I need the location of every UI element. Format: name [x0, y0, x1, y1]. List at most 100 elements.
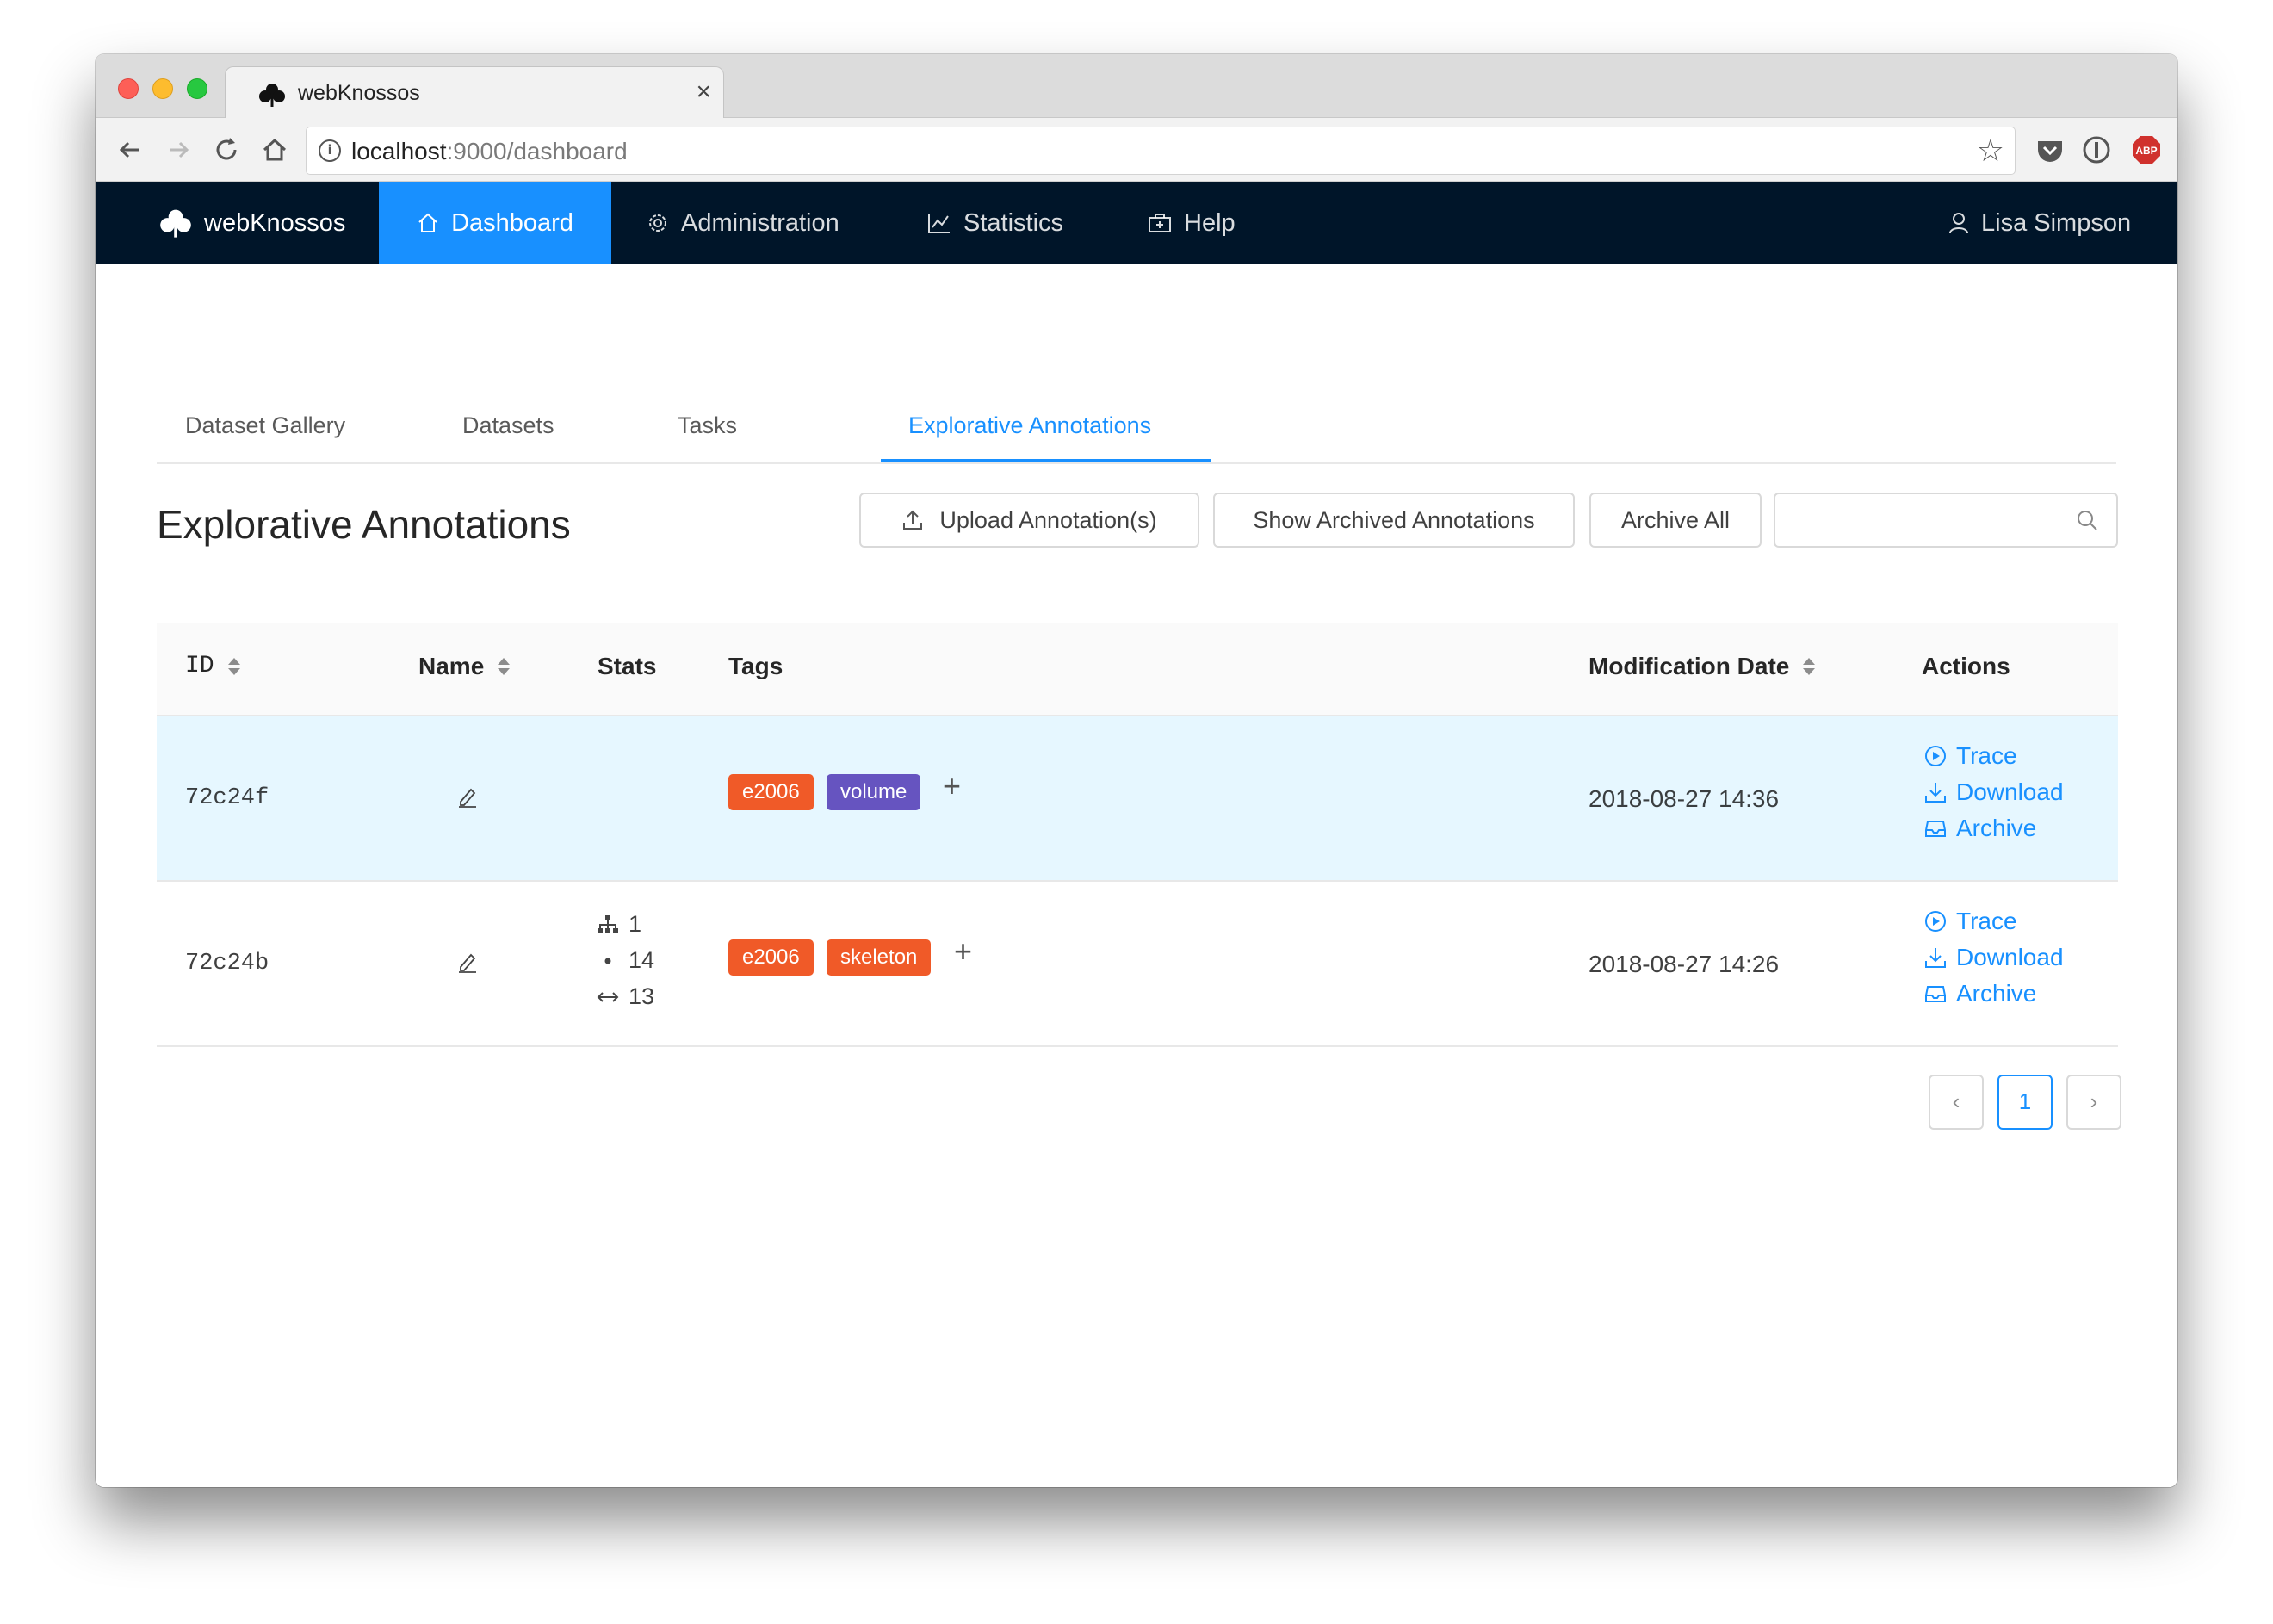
edit-icon[interactable]: [456, 785, 479, 808]
tab-close-icon[interactable]: ×: [696, 77, 711, 107]
download-icon: [1925, 948, 1946, 968]
download-icon: [1925, 783, 1946, 803]
archive-all-label: Archive All: [1620, 506, 1731, 533]
action-label: Trace: [1956, 908, 2017, 934]
reload-icon[interactable]: [209, 133, 244, 167]
column-label: Stats: [598, 653, 657, 679]
main-content: Dataset Gallery Datasets Tasks Explorati…: [96, 264, 2177, 1487]
minimize-window-button[interactable]: [152, 78, 173, 99]
tag-badge[interactable]: skeleton: [827, 939, 932, 976]
browser-tab-strip: webKnossos ×: [96, 54, 2177, 119]
info-icon[interactable]: i: [319, 139, 341, 162]
archive-all-button[interactable]: Archive All: [1589, 493, 1762, 548]
nav-item-statistics[interactable]: Statistics: [927, 182, 1063, 264]
upload-icon: [903, 510, 923, 530]
nav-item-administration[interactable]: Administration: [647, 182, 839, 264]
add-tag-icon[interactable]: +: [943, 768, 961, 804]
nav-item-label: Dashboard: [451, 208, 573, 237]
show-archived-button[interactable]: Show Archived Annotations: [1213, 493, 1575, 548]
column-label: Name: [418, 653, 485, 679]
page-title: Explorative Annotations: [157, 502, 571, 547]
nav-item-dashboard[interactable]: Dashboard: [379, 182, 611, 264]
menu-kebab-icon[interactable]: [2172, 134, 2177, 165]
stat-value: 14: [629, 947, 655, 973]
trace-action[interactable]: Trace: [1923, 908, 2017, 935]
download-action[interactable]: Download: [1923, 778, 2064, 806]
medicine-box-icon: [1149, 214, 1171, 232]
edit-icon[interactable]: [456, 951, 479, 973]
bookmark-star-icon[interactable]: ☆: [1977, 133, 2004, 169]
column-label: Tags: [728, 653, 783, 679]
browser-tab[interactable]: webKnossos ×: [225, 66, 724, 119]
table-row[interactable]: 72c24b 1 14 13 e2006 skeleton + 2018-08-…: [157, 882, 2118, 1047]
action-label: Download: [1956, 778, 2064, 805]
show-archived-label: Show Archived Annotations: [1253, 506, 1535, 533]
sort-caret-icon[interactable]: [1803, 658, 1816, 675]
tab-dataset-gallery[interactable]: Dataset Gallery: [185, 412, 345, 439]
tag-badge[interactable]: volume: [827, 774, 921, 810]
search-field[interactable]: [1774, 493, 2118, 548]
sort-caret-icon[interactable]: [498, 658, 511, 675]
stat-trees: 1: [596, 911, 641, 938]
url-host: localhost: [351, 138, 447, 164]
tag-badge[interactable]: e2006: [728, 774, 814, 810]
download-action[interactable]: Download: [1923, 944, 2064, 971]
active-tab-indicator: [881, 459, 1211, 462]
tag-badge[interactable]: e2006: [728, 939, 814, 976]
user-menu[interactable]: Lisa Simpson: [1948, 182, 2131, 264]
nav-item-help[interactable]: Help: [1148, 182, 1236, 264]
inbox-icon: [1925, 986, 1946, 1002]
line-chart-icon: [928, 214, 950, 233]
column-actions: Actions: [1922, 653, 2010, 680]
column-name[interactable]: Name: [418, 653, 511, 680]
table-row[interactable]: 72c24f e2006 volume + 2018-08-27 14:36 T…: [157, 716, 2118, 882]
clover-icon: [160, 209, 191, 238]
upload-annotation-button[interactable]: Upload Annotation(s): [859, 493, 1199, 548]
address-bar[interactable]: i localhost:9000/dashboard ☆: [306, 127, 2016, 175]
url-path: :9000/dashboard: [446, 138, 628, 164]
tab-datasets[interactable]: Datasets: [462, 412, 554, 439]
pagination-prev-button[interactable]: ‹: [1929, 1075, 1984, 1130]
stat-value: 13: [629, 983, 655, 1009]
nav-item-label: Administration: [681, 208, 839, 237]
dot-icon: [604, 958, 611, 964]
column-label: Modification Date: [1589, 653, 1790, 679]
sort-caret-icon[interactable]: [227, 657, 240, 675]
arrows-horizontal-icon: [597, 991, 619, 1002]
column-modification-date[interactable]: Modification Date: [1589, 653, 1816, 680]
tab-explorative-annotations[interactable]: Explorative Annotations: [908, 412, 1151, 439]
browser-tab-title: webKnossos: [298, 81, 420, 105]
add-tag-icon[interactable]: +: [954, 933, 972, 970]
stat-edges: 13: [596, 983, 654, 1010]
user-icon: [1949, 213, 1968, 234]
trace-action[interactable]: Trace: [1923, 742, 2017, 770]
pocket-extension-icon[interactable]: [2035, 134, 2066, 165]
action-label: Trace: [1956, 742, 2017, 769]
column-id[interactable]: ID: [185, 653, 240, 679]
back-arrow-icon[interactable]: [113, 133, 147, 167]
home-icon: [418, 213, 437, 232]
app-navbar: webKnossos Dashboard Administration Stat…: [96, 182, 2177, 264]
brand-logo[interactable]: webKnossos: [159, 182, 345, 264]
column-label: ID: [185, 653, 214, 679]
close-window-button[interactable]: [118, 78, 139, 99]
archive-action[interactable]: Archive: [1923, 980, 2036, 1007]
tab-tasks[interactable]: Tasks: [678, 412, 737, 439]
user-name: Lisa Simpson: [1981, 208, 2132, 237]
annotation-id: 72c24b: [185, 951, 269, 976]
maximize-window-button[interactable]: [187, 78, 207, 99]
pagination-next-button[interactable]: ›: [2066, 1075, 2121, 1130]
stat-nodes: 14: [596, 947, 654, 974]
home-browser-icon[interactable]: [257, 133, 292, 167]
search-input[interactable]: [1786, 503, 2061, 537]
pagination-page-1[interactable]: 1: [1997, 1075, 2053, 1130]
dashboard-tabs: Dataset Gallery Datasets Tasks Explorati…: [157, 264, 2116, 464]
archive-action[interactable]: Archive: [1923, 815, 2036, 842]
nav-item-label: Statistics: [963, 208, 1064, 237]
adblock-extension-icon[interactable]: ABP: [2131, 134, 2162, 165]
modification-date: 2018-08-27 14:26: [1589, 951, 1780, 977]
search-icon[interactable]: [2075, 508, 2099, 532]
forward-arrow-icon[interactable]: [161, 133, 195, 167]
onepassword-extension-icon[interactable]: [2081, 134, 2112, 165]
url-text: localhost:9000/dashboard: [351, 138, 628, 165]
